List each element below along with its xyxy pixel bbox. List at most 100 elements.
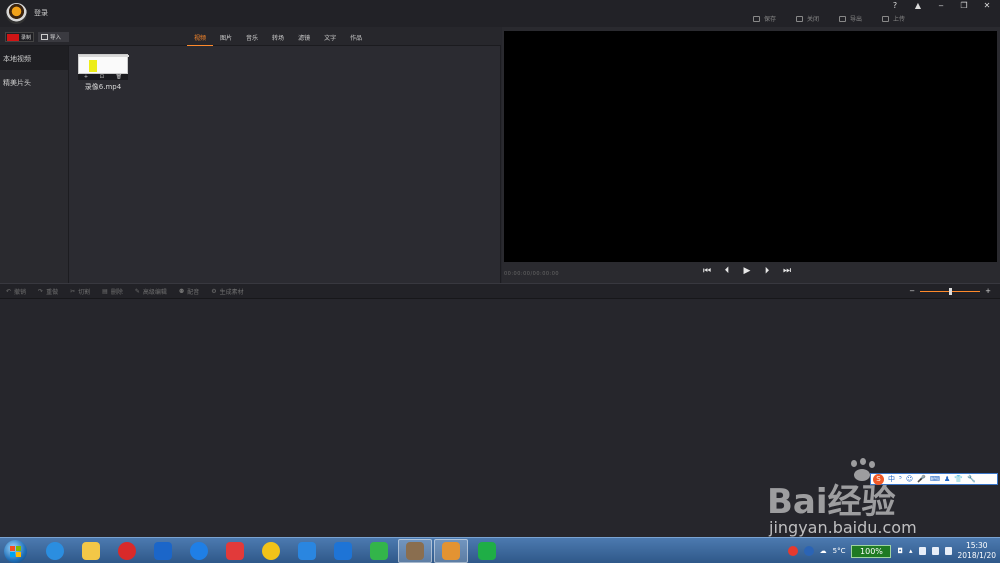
delete-button[interactable]: ▤ 删除 <box>102 287 123 296</box>
zoom-in-icon[interactable]: + <box>985 287 991 295</box>
thumbnail-content <box>89 60 97 72</box>
media-grid: + ⊡ 🗑 录像6.mp4 <box>70 46 500 283</box>
flag-icon[interactable] <box>918 547 926 555</box>
help-tray-icon[interactable] <box>803 546 814 556</box>
explorer-button[interactable] <box>74 539 108 563</box>
clock[interactable]: 15:30 2018/1/20 <box>958 541 996 561</box>
close-project-icon <box>795 15 803 22</box>
help-button[interactable]: ? <box>890 1 900 10</box>
ie-button[interactable] <box>38 539 72 563</box>
ime-mode[interactable]: 中 <box>888 474 895 484</box>
login-link[interactable]: 登录 <box>34 8 48 18</box>
upload-label: 上传 <box>892 16 905 23</box>
undo-button[interactable]: ↶ 撤销 <box>6 287 26 296</box>
zoom-slider-handle[interactable] <box>949 287 953 295</box>
skip-end-icon[interactable]: ⏭ <box>782 266 792 276</box>
settings-icon[interactable]: 🔧 <box>967 475 976 483</box>
record-label: 录制 <box>21 34 32 41</box>
save-icon <box>752 15 760 22</box>
prev-frame-icon[interactable]: ⏴ <box>722 266 732 276</box>
cut-button[interactable]: ✂ 切割 <box>70 287 90 296</box>
music-button[interactable] <box>254 539 288 563</box>
letv-button[interactable] <box>218 539 252 563</box>
tab-works[interactable]: 作品 <box>343 27 369 46</box>
generate-asset-button[interactable]: ⚙ 生成素材 <box>211 287 243 296</box>
emoji-icon[interactable]: ☺ <box>906 475 913 483</box>
media-button[interactable] <box>362 539 396 563</box>
network-icon[interactable] <box>931 547 939 555</box>
record-button[interactable]: 录制 <box>5 32 34 42</box>
next-frame-icon[interactable]: ⏵ <box>762 266 772 276</box>
export-label: 导出 <box>849 16 862 23</box>
import-button[interactable]: 导入 <box>38 32 69 42</box>
keyboard-icon[interactable]: ⌨ <box>930 475 940 483</box>
media-clip[interactable]: + ⊡ 🗑 录像6.mp4 <box>78 54 129 92</box>
close-button[interactable]: ✕ <box>982 1 992 10</box>
timeline-area[interactable] <box>0 299 1000 537</box>
tab-music[interactable]: 音乐 <box>239 27 265 46</box>
sidebar-item-intro[interactable]: 精美片头 <box>0 70 68 94</box>
wps-button[interactable] <box>470 539 504 563</box>
sogou-tray-icon[interactable] <box>787 546 798 556</box>
preview-screen[interactable] <box>504 31 997 262</box>
maxthon-button[interactable] <box>326 539 360 563</box>
advanced-edit-label: 高级编辑 <box>142 289 167 296</box>
mic-icon: ⚉ <box>178 288 185 295</box>
voiceover-label: 配音 <box>187 289 200 296</box>
edit-toolbar: ↶ 撤销 ↷ 重做 ✂ 切割 ▤ 删除 ✎ 高级编辑 ⚉ 配音 ⚙ 生成素材 − + <box>0 283 1000 299</box>
edit-icon: ✎ <box>134 288 140 295</box>
toolbox-icon[interactable]: ♟ <box>944 475 950 483</box>
timecode: 00:00:00/00:00:00 <box>504 271 560 277</box>
video-editor-icon <box>154 542 172 560</box>
voice-icon[interactable]: 🎤 <box>917 475 926 483</box>
tray-expand-icon[interactable]: ▴ <box>909 547 913 555</box>
clip-thumbnail[interactable] <box>78 54 129 74</box>
video-editor-window: 登录 保存 关闭 导出 上传 ? ▲ ‒ ❐ ✕ 录制 导入 视频 图片 音乐 … <box>0 0 1000 563</box>
music-icon <box>262 542 280 560</box>
letv-icon <box>226 542 244 560</box>
photo-button[interactable] <box>398 539 432 563</box>
voiceover-button[interactable]: ⚉ 配音 <box>179 287 199 296</box>
redo-label: 重做 <box>46 289 59 296</box>
play-icon[interactable]: ▶ <box>742 266 752 276</box>
tab-transition[interactable]: 转场 <box>265 27 291 46</box>
bell-icon[interactable]: ▲ <box>913 1 923 10</box>
cut-label: 切割 <box>78 289 91 296</box>
weather-text[interactable]: 5°C <box>833 547 846 555</box>
upload-button[interactable]: 上传 <box>881 14 905 23</box>
volume-icon[interactable] <box>944 547 952 555</box>
netease-music-button[interactable] <box>110 539 144 563</box>
export-button[interactable]: 导出 <box>838 14 862 23</box>
tab-filter[interactable]: 滤镜 <box>291 27 317 46</box>
advanced-edit-button[interactable]: ✎ 高级编辑 <box>135 287 167 296</box>
clock-time: 15:30 <box>965 541 988 550</box>
sidebar-item-local-video[interactable]: 本地视频 <box>0 46 68 70</box>
clock-date: 2018/1/20 <box>957 551 996 560</box>
tab-video[interactable]: 视频 <box>187 27 214 46</box>
battery-indicator[interactable]: 100% <box>851 544 892 558</box>
minimize-button[interactable]: ‒ <box>936 1 946 10</box>
restore-button[interactable]: ❐ <box>959 1 969 10</box>
tab-image[interactable]: 图片 <box>213 27 239 46</box>
skin-icon[interactable]: 👕 <box>954 475 963 483</box>
preview-clip-icon[interactable]: ⊡ <box>100 74 104 80</box>
close-project-button[interactable]: 关闭 <box>795 14 819 23</box>
skip-start-icon[interactable]: ⏮ <box>702 266 712 276</box>
ime-toolbar: S 中 ⁵ ☺ 🎤 ⌨ ♟ 👕 🔧 <box>870 473 998 485</box>
recorder-button[interactable] <box>434 539 468 563</box>
punctuation-icon[interactable]: ⁵ <box>899 475 902 483</box>
video-editor-button[interactable] <box>146 539 180 563</box>
redo-button[interactable]: ↷ 重做 <box>38 287 58 296</box>
cut-icon: ✂ <box>70 288 76 295</box>
sogou-icon[interactable]: S <box>873 473 884 485</box>
start-button[interactable] <box>4 540 27 563</box>
baidu-cloud-button[interactable] <box>290 539 324 563</box>
power-icon[interactable]: ◘ <box>897 547 903 555</box>
zoom-out-icon[interactable]: − <box>909 287 915 295</box>
delete-clip-icon[interactable]: 🗑 <box>116 74 122 80</box>
zoom-slider[interactable] <box>920 287 981 295</box>
tab-text[interactable]: 文字 <box>317 27 343 46</box>
player-button[interactable] <box>182 539 216 563</box>
add-to-timeline-icon[interactable]: + <box>84 74 88 80</box>
save-button[interactable]: 保存 <box>752 14 776 23</box>
